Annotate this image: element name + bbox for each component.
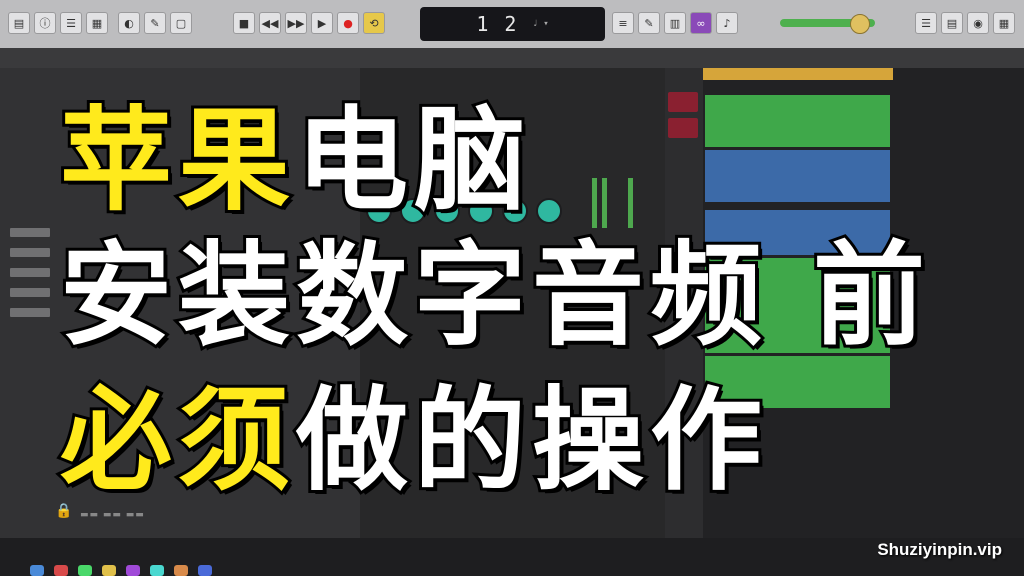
- headline-white-3: 做的操作: [293, 373, 768, 509]
- headline-yellow-3: 必须: [57, 373, 296, 509]
- toolbar-icon[interactable]: ☰: [60, 12, 82, 34]
- dock-app-icon[interactable]: [126, 565, 140, 576]
- dock-app-icon[interactable]: [102, 565, 116, 576]
- lcd-bar: 1: [476, 12, 489, 36]
- edit-buttons: ◐ ✎ ▢: [118, 12, 192, 34]
- dock: [30, 565, 890, 576]
- editors-icon[interactable]: ✎: [144, 12, 166, 34]
- list-icon[interactable]: ≡: [612, 12, 634, 34]
- dock-app-icon[interactable]: [78, 565, 92, 576]
- headline-line-2: 安装数字音频 前: [57, 205, 931, 367]
- dock-app-icon[interactable]: [174, 565, 188, 576]
- mixer-icon[interactable]: ▦: [86, 12, 108, 34]
- lcd-display[interactable]: 1 2 ♩ ▾: [420, 7, 605, 41]
- smart-controls-icon[interactable]: ◐: [118, 12, 140, 34]
- control-bar: ▤ ⓘ ☰ ▦ ◐ ✎ ▢ ■ ◀◀ ▶▶ ▶ ● ⟲ 1 2 ♩ ▾ ≡ ✎ …: [0, 0, 1024, 49]
- list-editor-icon[interactable]: ☰: [915, 12, 937, 34]
- tool-row: [0, 48, 1024, 69]
- notepad-icon[interactable]: ▢: [170, 12, 192, 34]
- right-tools: ≡ ✎ ▥ ∞ ♪: [612, 12, 738, 34]
- browser-icon[interactable]: ▤: [941, 12, 963, 34]
- headline-line-3: 必须做的操作: [57, 350, 768, 512]
- dock-app-icon[interactable]: [54, 565, 68, 576]
- library-icon[interactable]: ▤: [8, 12, 30, 34]
- master-volume-knob[interactable]: [850, 14, 870, 34]
- track-header[interactable]: [668, 118, 698, 138]
- dock-app-icon[interactable]: [198, 565, 212, 576]
- lcd-beat: 2: [504, 12, 517, 36]
- arrange-ruler[interactable]: [703, 68, 893, 80]
- region[interactable]: [705, 95, 890, 147]
- back-icon[interactable]: ◀◀: [259, 12, 281, 34]
- loops-icon[interactable]: ◉: [967, 12, 989, 34]
- lcd-tempo-icon: ♩ ▾: [532, 19, 549, 29]
- region[interactable]: [705, 150, 890, 202]
- headline-white-2: 安装数字音频 前: [57, 228, 931, 364]
- forward-icon[interactable]: ▶▶: [285, 12, 307, 34]
- cycle-icon[interactable]: ⟲: [363, 12, 385, 34]
- rewind-icon[interactable]: ■: [233, 12, 255, 34]
- track-header[interactable]: [668, 92, 698, 112]
- note-icon[interactable]: ✎: [638, 12, 660, 34]
- dock-app-icon[interactable]: [150, 565, 164, 576]
- tuner-icon[interactable]: ♪: [716, 12, 738, 34]
- record-icon[interactable]: ●: [337, 12, 359, 34]
- apple-loops-icon[interactable]: ▦: [993, 12, 1015, 34]
- play-icon[interactable]: ▶: [311, 12, 333, 34]
- browser-buttons: ☰ ▤ ◉ ▦: [915, 12, 1015, 34]
- transport: ■ ◀◀ ▶▶ ▶ ● ⟲: [233, 12, 385, 34]
- loop-icon[interactable]: ∞: [690, 12, 712, 34]
- dock-app-icon[interactable]: [30, 565, 44, 576]
- watermark: Shuziyinpin.vip: [877, 540, 1002, 559]
- split-icon[interactable]: ▥: [664, 12, 686, 34]
- inspector-icon[interactable]: ⓘ: [34, 12, 56, 34]
- view-buttons: ▤ ⓘ ☰ ▦: [8, 12, 108, 34]
